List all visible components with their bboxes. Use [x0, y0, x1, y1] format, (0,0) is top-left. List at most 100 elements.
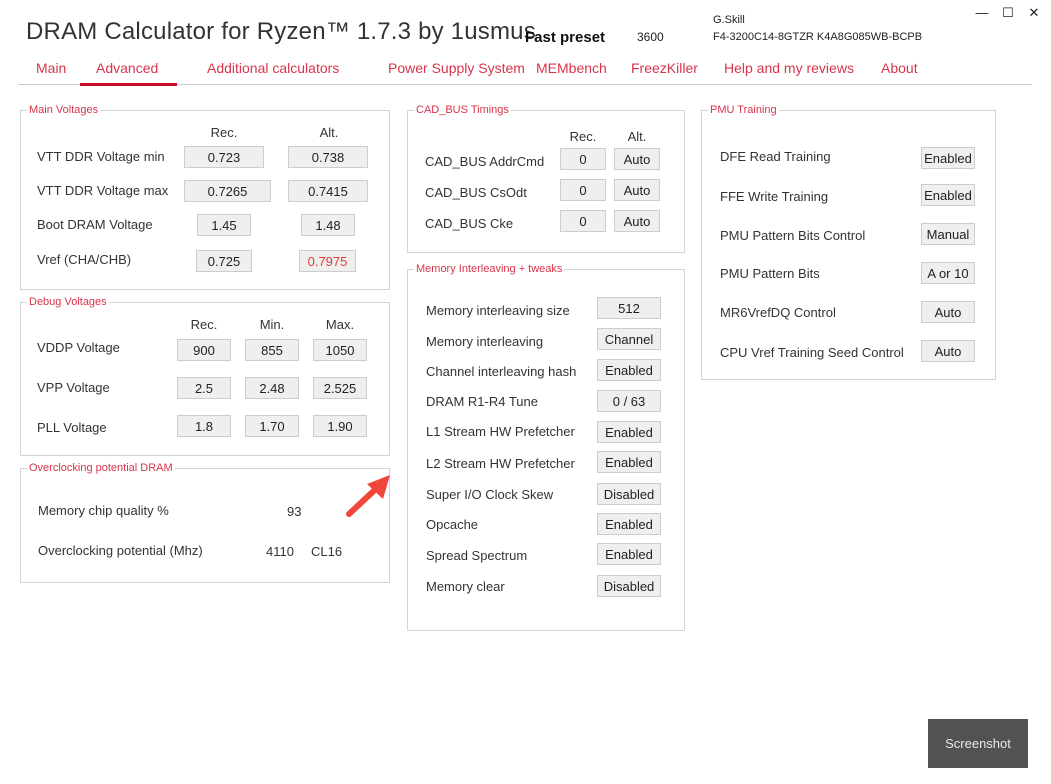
pll-max: 1.90 — [313, 415, 367, 437]
vpp-rec: 2.5 — [177, 377, 231, 399]
memory-chip-quality-value: 93 — [287, 504, 302, 519]
memory-interleaving-title: Memory Interleaving + tweaks — [414, 263, 565, 275]
memory-clear-label: Memory clear — [426, 579, 505, 594]
tab-additional-calculators[interactable]: Additional calculators — [207, 60, 339, 76]
vtt-ddr-max-label: VTT DDR Voltage max — [37, 183, 169, 198]
cad-bus-addrcmd-rec: 0 — [560, 148, 606, 170]
memory-brand: G.Skill — [713, 14, 745, 26]
boot-dram-voltage-label: Boot DRAM Voltage — [37, 217, 153, 232]
oc-potential-cl: CL16 — [311, 544, 343, 559]
active-tab-indicator — [80, 83, 177, 86]
mr6vrefdq-control-value[interactable]: Auto — [921, 301, 975, 323]
minimize-button[interactable]: — — [971, 4, 993, 22]
tab-main[interactable]: Main — [36, 60, 66, 76]
cad-bus-addrcmd-alt[interactable]: Auto — [614, 148, 660, 170]
spread-spectrum-label: Spread Spectrum — [426, 548, 528, 563]
vddp-voltage-label: VDDP Voltage — [37, 340, 120, 355]
mr6vrefdq-control-label: MR6VrefDQ Control — [720, 305, 836, 320]
super-io-clock-skew-value[interactable]: Disabled — [597, 483, 661, 505]
pmu-pattern-bits-control-label: PMU Pattern Bits Control — [720, 228, 866, 243]
vddp-max: 1050 — [313, 339, 367, 361]
vpp-min: 2.48 — [245, 377, 299, 399]
dram-r1-r4-tune-label: DRAM R1-R4 Tune — [426, 394, 538, 409]
pmu-pattern-bits-label: PMU Pattern Bits — [720, 266, 820, 281]
boot-dram-voltage-alt: 1.48 — [301, 214, 355, 236]
tab-freezkiller[interactable]: FreezKiller — [631, 60, 698, 76]
l1-prefetcher-label: L1 Stream HW Prefetcher — [426, 424, 575, 439]
tab-about[interactable]: About — [881, 60, 918, 76]
channel-interleaving-hash-label: Channel interleaving hash — [426, 364, 577, 379]
column-header-rec: Rec. — [569, 129, 597, 144]
l1-prefetcher-value[interactable]: Enabled — [597, 421, 661, 443]
vref-alt: 0.7975 — [299, 250, 356, 272]
app-title: DRAM Calculator for Ryzen™ 1.7.3 by 1usm… — [26, 18, 536, 45]
column-header-alt: Alt. — [627, 129, 647, 144]
vpp-max: 2.525 — [313, 377, 367, 399]
oc-potential-panel — [20, 468, 390, 583]
main-voltages-title: Main Voltages — [27, 104, 101, 116]
cad-bus-cke-rec: 0 — [560, 210, 606, 232]
pll-min: 1.70 — [245, 415, 299, 437]
column-header-rec: Rec. — [210, 125, 238, 140]
vtt-ddr-min-alt: 0.738 — [288, 146, 368, 168]
opcache-label: Opcache — [426, 517, 479, 532]
tab-advanced[interactable]: Advanced — [96, 60, 158, 76]
close-button[interactable]: ✕ — [1023, 4, 1045, 22]
vtt-ddr-min-label: VTT DDR Voltage min — [37, 149, 165, 164]
cad-bus-cke-alt[interactable]: Auto — [614, 210, 660, 232]
vtt-ddr-max-rec: 0.7265 — [184, 180, 271, 202]
l2-prefetcher-label: L2 Stream HW Prefetcher — [426, 456, 575, 471]
vref-label: Vref (CHA/CHB) — [37, 252, 132, 267]
vpp-voltage-label: VPP Voltage — [37, 380, 110, 395]
ffe-write-training-label: FFE Write Training — [720, 189, 829, 204]
vref-rec: 0.725 — [196, 250, 252, 272]
pll-rec: 1.8 — [177, 415, 231, 437]
boot-dram-voltage-rec: 1.45 — [197, 214, 251, 236]
dram-r1-r4-tune-value: 0 / 63 — [597, 390, 661, 412]
oc-potential-frequency: 4110 — [266, 544, 294, 559]
pmu-pattern-bits-control-value[interactable]: Manual — [921, 223, 975, 245]
channel-interleaving-hash-value[interactable]: Enabled — [597, 359, 661, 381]
column-header-min: Min. — [259, 317, 285, 332]
super-io-clock-skew-label: Super I/O Clock Skew — [426, 487, 554, 502]
dfe-read-training-value[interactable]: Enabled — [921, 147, 975, 169]
cad-bus-csodt-alt[interactable]: Auto — [614, 179, 660, 201]
oc-potential-label: Overclocking potential (Mhz) — [38, 543, 203, 558]
memory-chip-quality-label: Memory chip quality % — [38, 503, 169, 518]
oc-potential-title: Overclocking potential DRAM — [27, 462, 175, 474]
interleaving-size-value[interactable]: 512 — [597, 297, 661, 319]
cad-bus-csodt-rec: 0 — [560, 179, 606, 201]
memory-clear-value[interactable]: Disabled — [597, 575, 661, 597]
interleaving-size-label: Memory interleaving size — [426, 303, 570, 318]
l2-prefetcher-value[interactable]: Enabled — [597, 451, 661, 473]
pointer-arrow-icon — [346, 475, 390, 517]
vddp-min: 855 — [245, 339, 299, 361]
cpu-vref-seed-control-value[interactable]: Auto — [921, 340, 975, 362]
pmu-pattern-bits-value[interactable]: A or 10 — [921, 262, 975, 284]
spread-spectrum-value[interactable]: Enabled — [597, 543, 661, 565]
cad-bus-title: CAD_BUS Timings — [414, 104, 511, 116]
cad-bus-cke-label: CAD_BUS Cke — [425, 216, 514, 231]
opcache-value[interactable]: Enabled — [597, 513, 661, 535]
dfe-read-training-label: DFE Read Training — [720, 149, 831, 164]
cad-bus-addrcmd-label: CAD_BUS AddrCmd — [425, 154, 545, 169]
memory-part-number: F4-3200C14-8GTZR K4A8G085WB-BCPB — [713, 31, 923, 43]
preset-frequency: 3600 — [637, 30, 664, 44]
maximize-button[interactable]: ☐ — [997, 4, 1019, 22]
cpu-vref-seed-control-label: CPU Vref Training Seed Control — [720, 345, 904, 360]
tab-membench[interactable]: MEMbench — [536, 60, 607, 76]
pmu-training-title: PMU Training — [708, 104, 779, 116]
tab-help-reviews[interactable]: Help and my reviews — [724, 60, 854, 76]
memory-interleaving-value[interactable]: Channel — [597, 328, 661, 350]
vtt-ddr-max-alt: 0.7415 — [288, 180, 368, 202]
memory-interleaving-label: Memory interleaving — [426, 334, 544, 349]
cad-bus-csodt-label: CAD_BUS CsOdt — [425, 185, 527, 200]
tab-power-supply-system[interactable]: Power Supply System — [388, 60, 525, 76]
column-header-rec: Rec. — [190, 317, 218, 332]
column-header-alt: Alt. — [319, 125, 339, 140]
ffe-write-training-value[interactable]: Enabled — [921, 184, 975, 206]
vddp-rec: 900 — [177, 339, 231, 361]
vtt-ddr-min-rec: 0.723 — [184, 146, 264, 168]
preset-label: Fast preset — [525, 29, 606, 46]
screenshot-button[interactable]: Screenshot — [928, 719, 1028, 768]
